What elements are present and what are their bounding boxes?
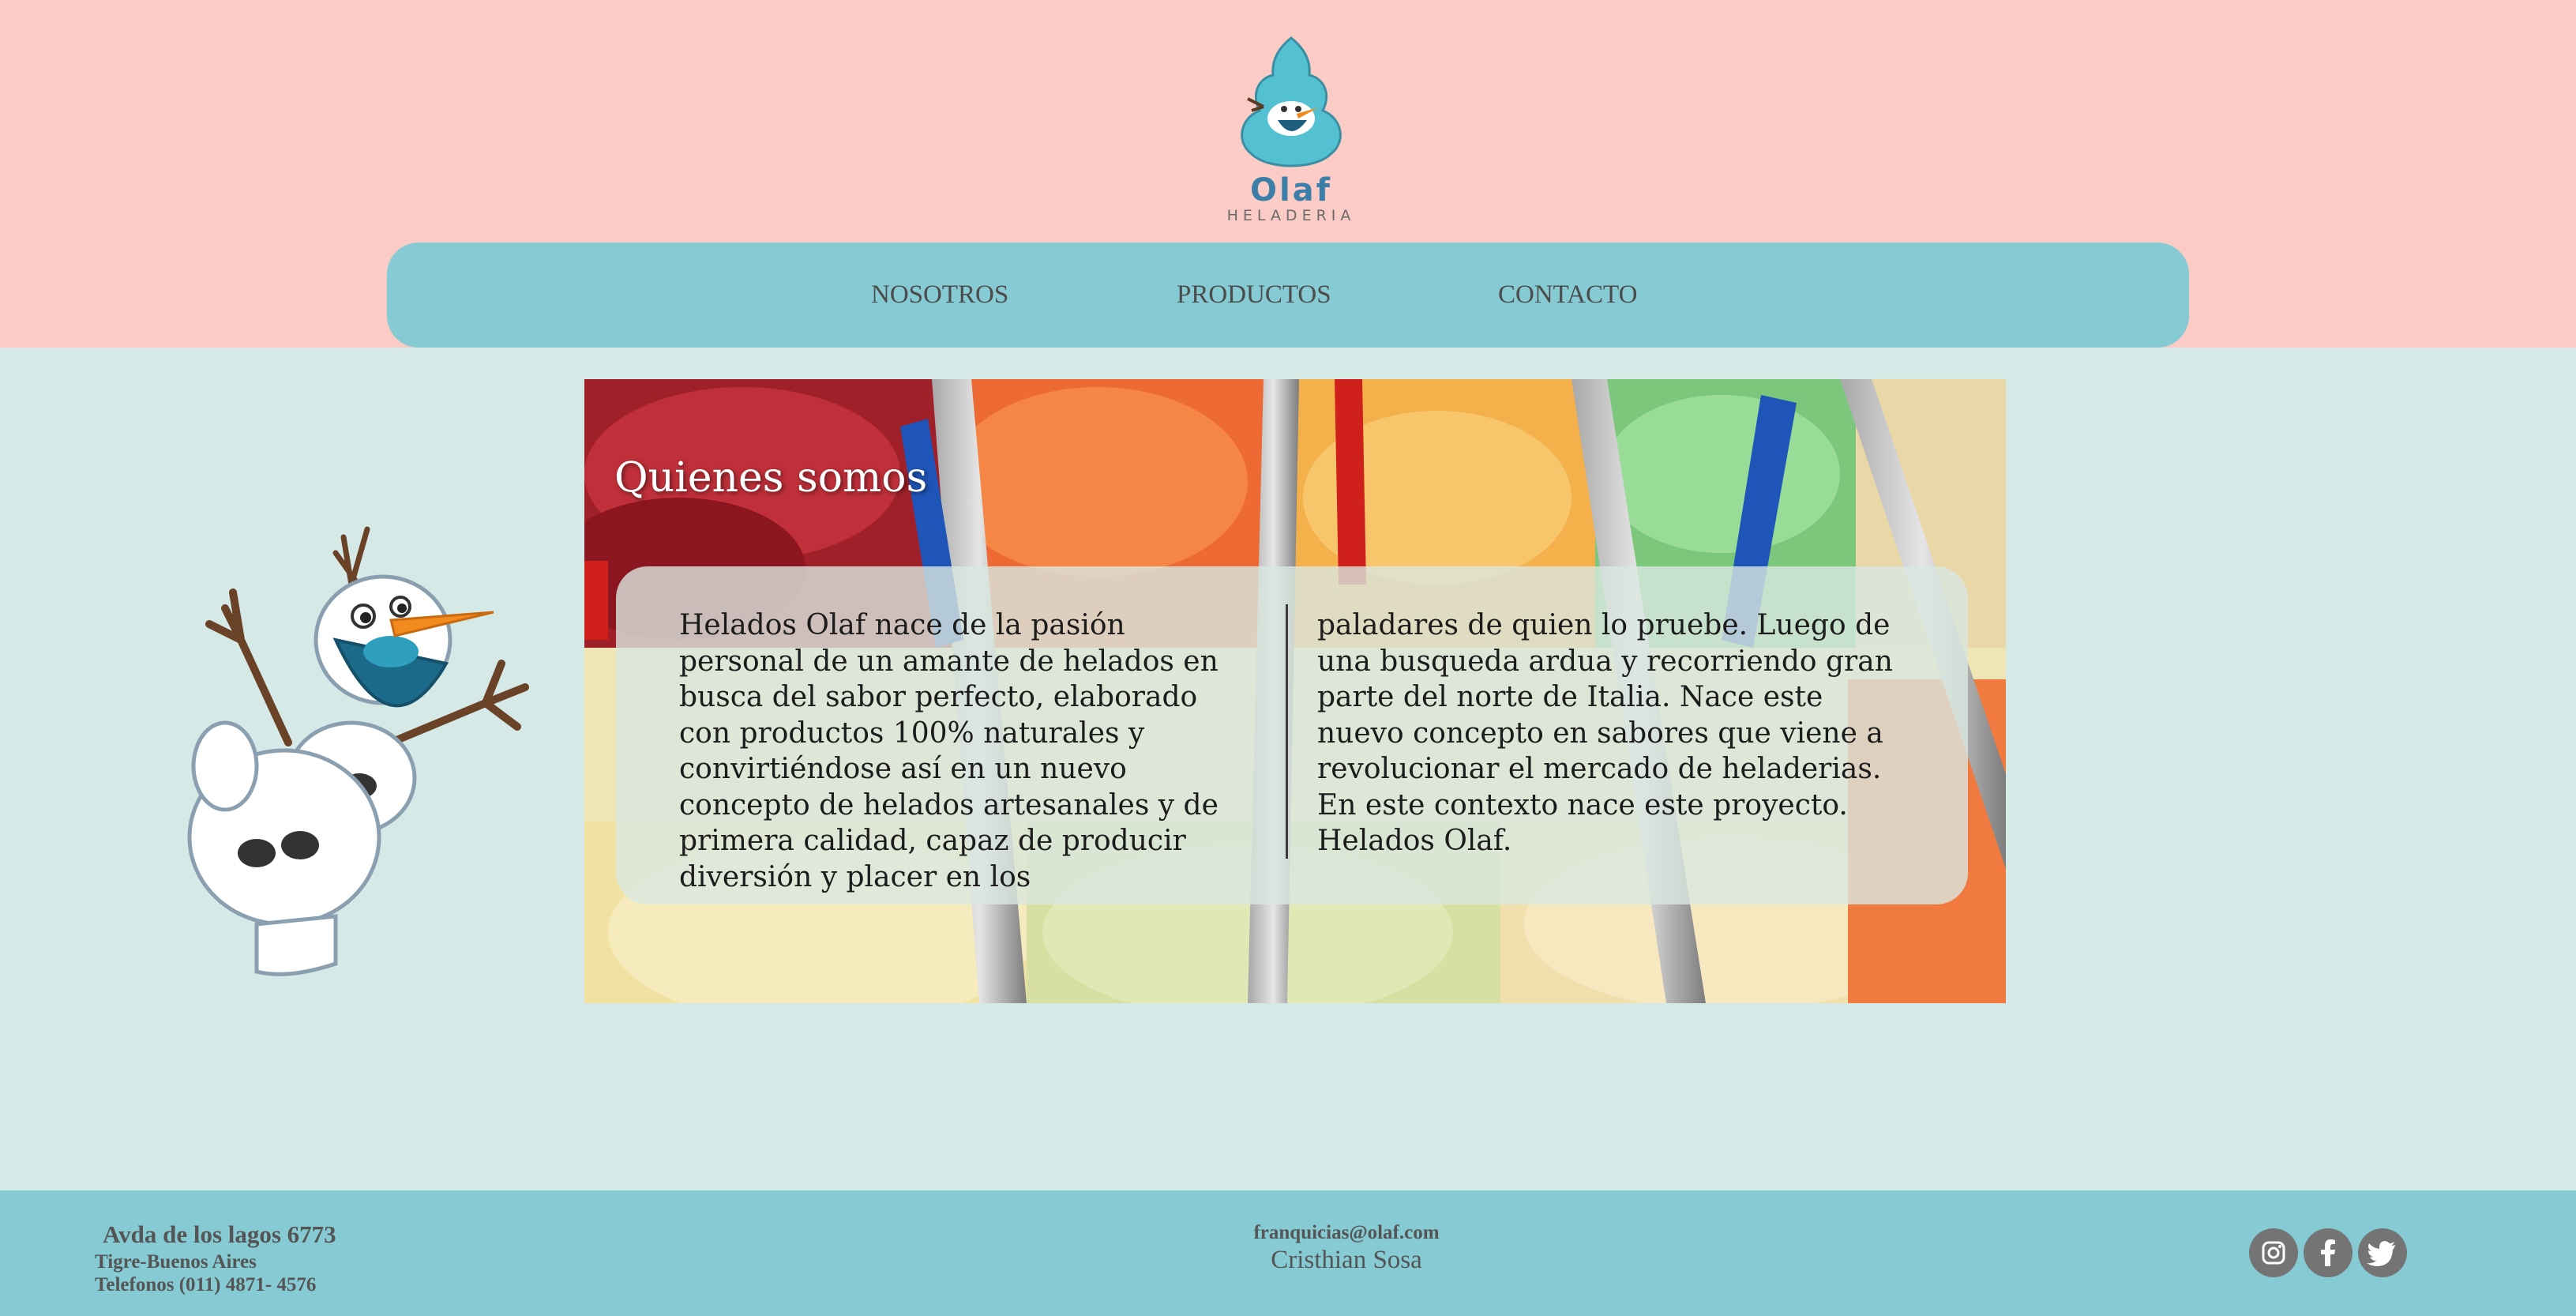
about-text-column-2: paladares de quien lo pruebe. Luego de u… (1317, 609, 1893, 857)
twitter-link[interactable] (2358, 1228, 2407, 1277)
facebook-link[interactable] (2304, 1228, 2353, 1277)
about-section: Quienes somos Helados Olaf nace de la pa… (584, 379, 2006, 1003)
nav-item-productos[interactable]: PRODUCTOS (1177, 280, 1331, 310)
instagram-icon (2262, 1241, 2285, 1265)
olaf-logo-icon (1241, 36, 1342, 167)
footer-email[interactable]: franquicias@olaf.com (1169, 1222, 1524, 1244)
twitter-icon (2367, 1241, 2395, 1266)
about-text-panel: Helados Olaf nace de la pasión personal … (616, 566, 1968, 904)
logo-subtitle: HELADERIA (1226, 207, 1356, 224)
footer-phones: Telefonos (011) 4871- 4576 (95, 1274, 317, 1295)
about-text-column-1: Helados Olaf nace de la pasión personal … (679, 609, 1219, 893)
page-title: Quienes somos (614, 454, 928, 502)
footer-owner: Cristhian Sosa (1271, 1246, 1422, 1274)
column-divider (1286, 604, 1288, 859)
footer-city: Tigre-Buenos Aires (95, 1251, 257, 1273)
footer: Avda de los lagos 6773 Tigre-Buenos Aire… (0, 1190, 2576, 1316)
facebook-icon (2321, 1239, 2335, 1266)
nav-item-nosotros[interactable]: NOSOTROS (871, 280, 1008, 310)
nav-item-contacto[interactable]: CONTACTO (1498, 280, 1637, 310)
header: Olaf HELADERIA NOSOTROS PRODUCTOS CONTAC… (0, 0, 2576, 348)
footer-address: Avda de los lagos 6773 (103, 1220, 336, 1248)
olaf-character-image (187, 526, 529, 976)
olaf-logo[interactable]: Olaf HELADERIA (1216, 32, 1366, 229)
instagram-link[interactable] (2249, 1228, 2298, 1277)
main-nav: NOSOTROS PRODUCTOS CONTACTO (387, 243, 2189, 348)
logo-name: Olaf (1249, 172, 1333, 209)
